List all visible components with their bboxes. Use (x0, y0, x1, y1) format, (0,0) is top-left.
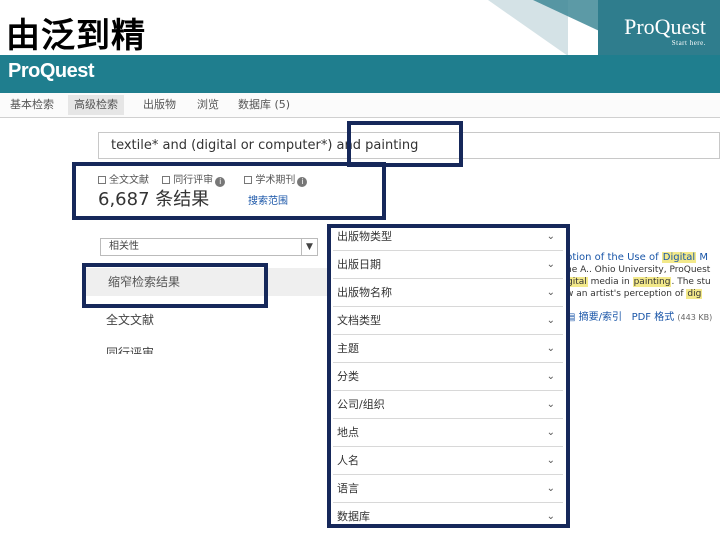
highlight-box-narrow-results (82, 263, 268, 308)
logo-tagline: Start here. (671, 39, 706, 47)
highlight-box-result-count (72, 162, 386, 220)
proquest-logo[interactable]: ProQuest (8, 60, 95, 83)
result-snippet-line-1: gital media in painting. The stu (566, 277, 711, 287)
highlight-box-facets (327, 224, 570, 528)
abstract-link[interactable]: 摘要/索引 (579, 312, 622, 323)
proquest-logo-small: ProQuest Start here. (624, 14, 706, 47)
brand-bar: ProQuest (0, 55, 720, 93)
sort-select[interactable]: 相关性 ▼ (100, 238, 318, 256)
tab-advanced-search[interactable]: 高级检索 (68, 95, 124, 115)
slide-title: 由泛到精 (6, 16, 146, 56)
proquest-logo-small-text: ProQuest (624, 14, 706, 39)
result-preview: ption of the Use of Digital M ne A.. Ohi… (566, 252, 720, 324)
nav-tabs: 基本检索 高级检索 出版物 浏览 数据库 (5) (0, 93, 720, 118)
tab-browse[interactable]: 浏览 (197, 97, 219, 117)
header-decoration: ProQuest Start here. (488, 0, 720, 56)
pdf-link[interactable]: PDF 格式 (632, 312, 675, 323)
tab-databases[interactable]: 数据库 (5) (238, 97, 290, 117)
highlight-box-query-term (347, 121, 463, 167)
tab-basic-search[interactable]: 基本检索 (10, 97, 54, 117)
sort-select-value: 相关性 (109, 241, 139, 252)
pdf-size: (443 KB) (677, 313, 713, 322)
result-author: ne A.. Ohio University, ProQuest (566, 265, 711, 275)
tab-publications[interactable]: 出版物 (143, 97, 176, 117)
left-filter-peer-review[interactable]: 同行评审 (106, 346, 154, 354)
result-title[interactable]: ption of the Use of Digital M (566, 252, 720, 264)
result-snippet-line-2: w an artist's perception of dig (566, 289, 703, 299)
result-links: ▤ 摘要/索引 PDF 格式 (443 KB) (566, 312, 713, 323)
chevron-down-icon[interactable]: ▼ (301, 239, 317, 255)
left-filter-full-text[interactable]: 全文文献 (106, 311, 154, 328)
